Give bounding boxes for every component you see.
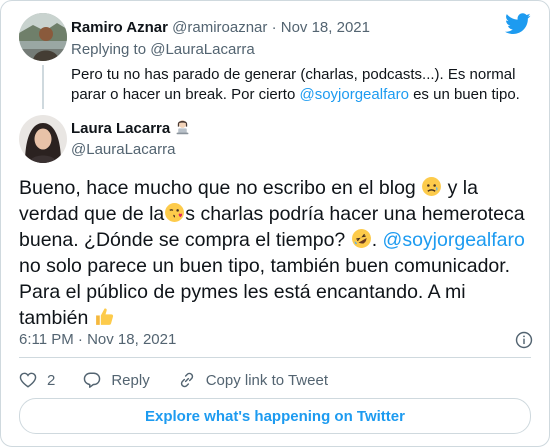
embedded-tweet-card: Ramiro Aznar @ramiroaznar · Nov 18, 2021… [0, 0, 550, 447]
main-mention-link[interactable]: @soyjorgealfaro [383, 229, 525, 251]
replying-to: Replying to @LauraLacarra [71, 40, 255, 60]
parent-separator: · [271, 19, 277, 36]
thumbs-up-emoji [95, 308, 113, 325]
reply-bubble-icon [84, 372, 101, 388]
technologist-emoji [176, 120, 189, 135]
tweet-timestamp[interactable]: 6:11 PM · Nov 18, 2021 [19, 330, 176, 350]
like-button[interactable]: 2 [19, 371, 55, 389]
link-icon [180, 372, 193, 388]
info-icon[interactable] [515, 331, 533, 349]
main-author-handle[interactable]: @LauraLacarra [71, 140, 175, 160]
replying-handle[interactable]: @LauraLacarra [150, 41, 254, 58]
main-author-name-text[interactable]: Laura Lacarra [71, 120, 170, 137]
like-count: 2 [47, 371, 56, 389]
main-avatar[interactable] [19, 115, 67, 163]
explore-twitter-button[interactable]: Explore what's happening on Twitter [19, 398, 531, 434]
parent-tweet-text: Pero tu no has parado de generar (charla… [71, 65, 526, 105]
parent-header: Ramiro Aznar @ramiroaznar · Nov 18, 2021 [71, 18, 370, 38]
tweet-text-part-4: no solo parece un buen tipo, también bue… [19, 255, 511, 329]
parent-text-part-2: es un buen tipo. [413, 86, 520, 103]
reply-button[interactable]: Reply [83, 371, 150, 389]
thread-connector-line [42, 65, 44, 109]
tweet-actions: 2 Reply Copy link to Tweet [19, 369, 356, 391]
kiss-emoji [165, 203, 185, 222]
rofl-emoji [351, 229, 371, 248]
main-tweet-text: Bueno, hace mucho que no escribo en el b… [19, 177, 525, 329]
parent-author-name[interactable]: Ramiro Aznar [71, 19, 168, 36]
sad-relieved-emoji [422, 177, 442, 196]
divider [19, 357, 531, 358]
heart-icon [19, 372, 37, 388]
copy-link-label: Copy link to Tweet [205, 371, 328, 389]
replying-prefix: Replying to [71, 41, 147, 58]
parent-author-handle[interactable]: @ramiroaznar [172, 19, 267, 36]
parent-avatar[interactable] [19, 13, 67, 61]
copy-link-button[interactable]: Copy link to Tweet [178, 371, 328, 389]
main-author-name: Laura Lacarra [71, 119, 191, 139]
tweet-text-part-1: Bueno, hace mucho que no escribo en el b… [19, 177, 416, 199]
parent-date[interactable]: Nov 18, 2021 [281, 19, 370, 36]
reply-label: Reply [111, 371, 150, 389]
parent-mention-link[interactable]: @soyjorgealfaro [299, 86, 408, 103]
twitter-bird-icon[interactable] [505, 13, 531, 35]
